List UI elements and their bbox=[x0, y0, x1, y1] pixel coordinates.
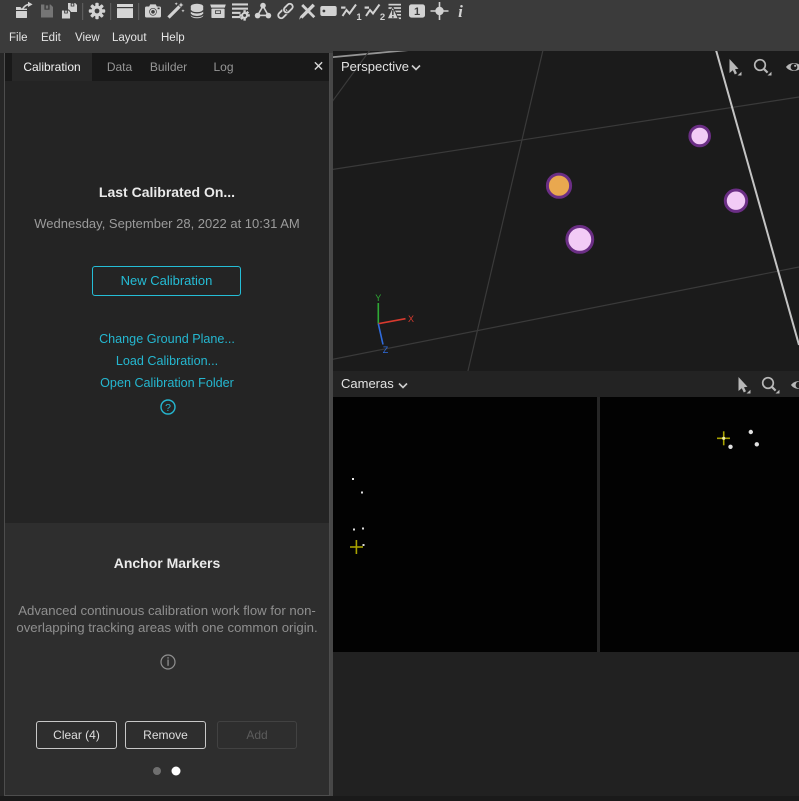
svg-text:1: 1 bbox=[414, 6, 420, 18]
svg-text:i: i bbox=[458, 2, 463, 21]
svg-text:1: 1 bbox=[356, 12, 362, 23]
svg-text:2: 2 bbox=[380, 12, 385, 23]
svg-text:Z: Z bbox=[383, 345, 389, 355]
svg-text:Y: Y bbox=[375, 293, 381, 303]
svg-text:?: ? bbox=[165, 402, 171, 414]
svg-text:X: X bbox=[408, 314, 414, 324]
